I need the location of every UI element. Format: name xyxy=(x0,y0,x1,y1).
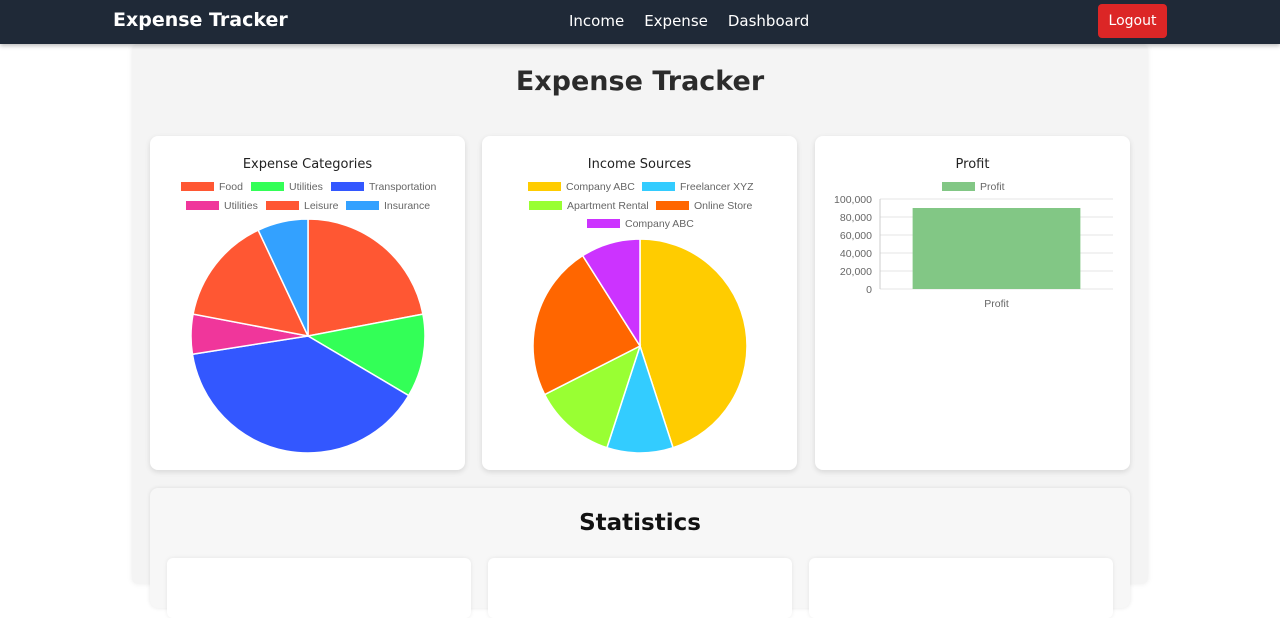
nav-income-link[interactable]: Income xyxy=(569,12,624,30)
nav-dashboard-link[interactable]: Dashboard xyxy=(728,12,809,30)
legend-label: Profit xyxy=(980,181,1005,193)
y-tick-label: 40,000 xyxy=(840,248,872,260)
x-tick-label: Profit xyxy=(984,298,1009,310)
profit-card: Profit Profit 100,000 80,000 60,000 40,000 20,… xyxy=(815,136,1130,470)
legend-label: Company ABC xyxy=(625,218,694,230)
legend-swatch xyxy=(181,182,214,191)
legend-label: Leisure xyxy=(304,200,339,212)
dashboard-container: Expense Tracker Expense Categories Food Ut… xyxy=(132,44,1148,618)
legend-swatch xyxy=(528,182,561,191)
statistics-section: Statistics xyxy=(150,488,1130,618)
page-title: Expense Tracker xyxy=(515,66,765,97)
legend-label: Food xyxy=(219,181,243,193)
nav-links: Income Expense Dashboard xyxy=(569,12,809,30)
legend-label: Apartment Rental xyxy=(567,200,649,212)
profit-chart[interactable]: Profit Profit 100,000 80,000 60,000 40,000 20,… xyxy=(815,136,1130,470)
expense-categories-chart[interactable]: Expense CategoriesFood Utilities Transport… xyxy=(150,136,465,470)
legend-swatch xyxy=(266,201,299,210)
legend-swatch xyxy=(942,182,975,191)
legend-swatch xyxy=(642,182,675,191)
legend-swatch xyxy=(331,182,364,191)
chart-title: Profit xyxy=(956,157,990,172)
top-navbar: Expense Tracker Income Expense Dashboard… xyxy=(0,0,1280,44)
stat-card xyxy=(488,558,792,618)
income-sources-card: Income Sources Company ABC Freelancer XYZ A… xyxy=(482,136,797,470)
y-tick-label: 80,000 xyxy=(840,212,872,224)
legend-swatch xyxy=(251,182,284,191)
y-tick-label: 60,000 xyxy=(840,230,872,242)
legend-label: Transportation xyxy=(369,181,436,193)
logout-button[interactable]: Logout xyxy=(1098,4,1167,38)
legend-swatch xyxy=(186,201,219,210)
legend-label: Freelancer XYZ xyxy=(680,181,754,193)
legend-swatch xyxy=(346,201,379,210)
legend-label: Online Store xyxy=(694,200,753,212)
legend-label: Utilities xyxy=(224,200,258,212)
legend-label: Company ABC xyxy=(566,181,635,193)
legend-swatch xyxy=(529,201,562,210)
chart-title: Expense Categories xyxy=(243,157,373,172)
legend-swatch xyxy=(656,201,689,210)
y-tick-label: 20,000 xyxy=(840,266,872,278)
statistics-title: Statistics xyxy=(579,510,701,536)
legend-swatch xyxy=(587,219,620,228)
nav-expense-link[interactable]: Expense xyxy=(644,12,708,30)
legend-label: Utilities xyxy=(289,181,323,193)
stat-card xyxy=(809,558,1113,618)
brand-title[interactable]: Expense Tracker xyxy=(113,9,288,31)
stat-card xyxy=(167,558,471,618)
profit-bar xyxy=(912,208,1081,289)
legend-label: Insurance xyxy=(384,200,430,212)
y-tick-label: 0 xyxy=(866,284,872,296)
chart-title: Income Sources xyxy=(588,157,692,172)
y-tick-label: 100,000 xyxy=(834,194,872,206)
income-sources-chart[interactable]: Income Sources Company ABC Freelancer XYZ A… xyxy=(482,136,797,470)
expense-categories-card: Expense Categories Food Utilities Transport… xyxy=(150,136,465,470)
